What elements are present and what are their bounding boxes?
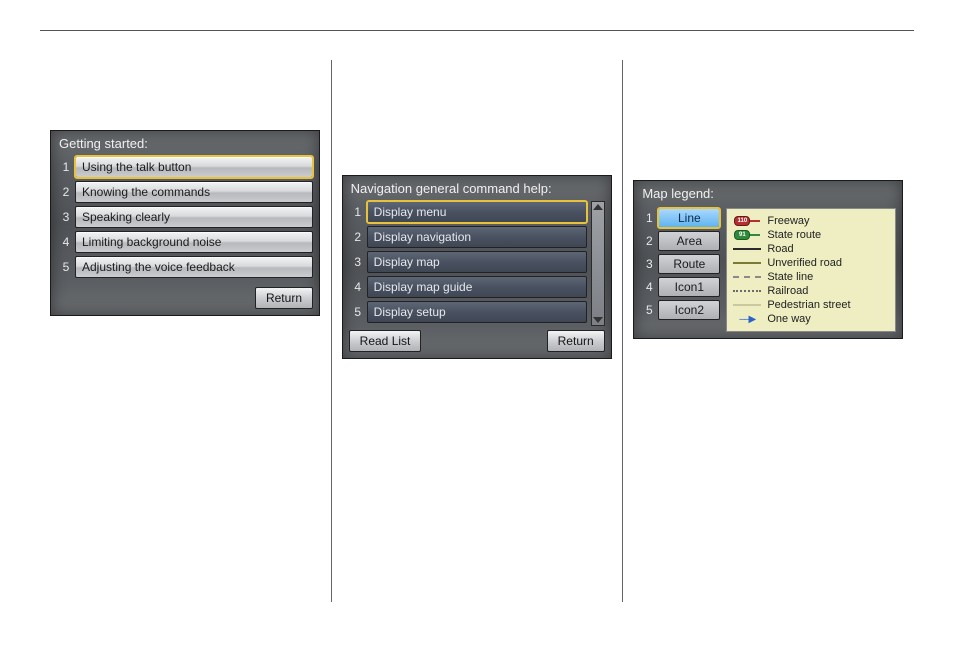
tutorial-item-button[interactable]: Speaking clearly bbox=[75, 206, 313, 228]
panel-footer: Read List Return bbox=[343, 330, 611, 358]
legend-item: 110 Freeway bbox=[733, 215, 889, 227]
read-list-button[interactable]: Read List bbox=[349, 330, 422, 352]
row-number: 5 bbox=[57, 260, 75, 274]
interstate-shield-icon: 110 bbox=[733, 216, 761, 226]
legend-item: Road bbox=[733, 243, 889, 255]
legend-item: Pedestrian street bbox=[733, 299, 889, 311]
legend-item: 91 State route bbox=[733, 229, 889, 241]
row-number: 4 bbox=[57, 235, 75, 249]
line-swatch-icon bbox=[733, 300, 761, 310]
command-help-panel: Navigation general command help: 1Displa… bbox=[342, 175, 612, 359]
row-number: 3 bbox=[640, 257, 658, 271]
tutorial-item-button[interactable]: Using the talk button bbox=[75, 156, 313, 178]
tutorial-item-button[interactable]: Adjusting the voice feedback bbox=[75, 256, 313, 278]
list-row: 5Display setup bbox=[349, 301, 587, 323]
list-row: 3Route bbox=[640, 254, 720, 274]
three-column-layout: Getting started: 1Using the talk button2… bbox=[40, 60, 914, 602]
legend-category-list: 1Line2Area3Route4Icon15Icon2 bbox=[640, 208, 720, 332]
list-row: 1Line bbox=[640, 208, 720, 228]
legend-item-label: One way bbox=[767, 313, 810, 325]
scroll-down-icon[interactable] bbox=[593, 317, 603, 323]
scrollbar[interactable] bbox=[591, 201, 605, 326]
list-row: 4Icon1 bbox=[640, 277, 720, 297]
row-number: 1 bbox=[349, 205, 367, 219]
row-number: 5 bbox=[640, 303, 658, 317]
row-number: 1 bbox=[640, 211, 658, 225]
return-button[interactable]: Return bbox=[255, 287, 313, 309]
row-number: 2 bbox=[640, 234, 658, 248]
legend-item-label: Road bbox=[767, 243, 793, 255]
command-item-button[interactable]: Display navigation bbox=[367, 226, 587, 248]
command-item-button[interactable]: Display setup bbox=[367, 301, 587, 323]
tutorial-item-button[interactable]: Limiting background noise bbox=[75, 231, 313, 253]
command-item-button[interactable]: Display map bbox=[367, 251, 587, 273]
list-row: 1Display menu bbox=[349, 201, 587, 223]
oneway-arrow-icon: ––▶ bbox=[733, 314, 761, 324]
row-number: 2 bbox=[349, 230, 367, 244]
list-row: 1Using the talk button bbox=[57, 156, 313, 178]
legend-category-button[interactable]: Icon1 bbox=[658, 277, 720, 297]
column-1: Getting started: 1Using the talk button2… bbox=[40, 60, 331, 602]
command-item-button[interactable]: Display menu bbox=[367, 201, 587, 223]
panel-title: Getting started: bbox=[51, 131, 319, 154]
row-number: 2 bbox=[57, 185, 75, 199]
legend-item-label: State line bbox=[767, 271, 813, 283]
row-number: 1 bbox=[57, 160, 75, 174]
map-legend-panel: Map legend: 1Line2Area3Route4Icon15Icon2… bbox=[633, 180, 903, 339]
dashed-line-swatch-icon bbox=[733, 272, 761, 282]
row-number: 4 bbox=[349, 280, 367, 294]
row-number: 3 bbox=[349, 255, 367, 269]
line-swatch-icon bbox=[733, 244, 761, 254]
list-row: 3Display map bbox=[349, 251, 587, 273]
row-number: 5 bbox=[349, 305, 367, 319]
legend-category-button[interactable]: Area bbox=[658, 231, 720, 251]
command-help-list: 1Display menu2Display navigation3Display… bbox=[349, 201, 587, 326]
command-item-button[interactable]: Display map guide bbox=[367, 276, 587, 298]
return-button[interactable]: Return bbox=[547, 330, 605, 352]
legend-category-button[interactable]: Icon2 bbox=[658, 300, 720, 320]
legend-item: State line bbox=[733, 271, 889, 283]
list-row: 4Limiting background noise bbox=[57, 231, 313, 253]
legend-item-label: Railroad bbox=[767, 285, 808, 297]
panel-title: Map legend: bbox=[634, 181, 902, 204]
list-row: 4Display map guide bbox=[349, 276, 587, 298]
list-row: 2Display navigation bbox=[349, 226, 587, 248]
getting-started-list: 1Using the talk button2Knowing the comma… bbox=[51, 154, 319, 287]
column-2: Navigation general command help: 1Displa… bbox=[332, 60, 623, 602]
tutorial-item-button[interactable]: Knowing the commands bbox=[75, 181, 313, 203]
stateroute-shield-icon: 91 bbox=[733, 230, 761, 240]
scroll-up-icon[interactable] bbox=[593, 204, 603, 210]
list-row: 5Adjusting the voice feedback bbox=[57, 256, 313, 278]
getting-started-panel: Getting started: 1Using the talk button2… bbox=[50, 130, 320, 316]
dotted-line-swatch-icon bbox=[733, 286, 761, 296]
list-row: 2Area bbox=[640, 231, 720, 251]
legend-item-label: State route bbox=[767, 229, 821, 241]
column-3: Map legend: 1Line2Area3Route4Icon15Icon2… bbox=[623, 60, 914, 602]
legend-item: ––▶ One way bbox=[733, 313, 889, 325]
list-row: 3Speaking clearly bbox=[57, 206, 313, 228]
legend-category-button[interactable]: Line bbox=[658, 208, 720, 228]
list-row: 5Icon2 bbox=[640, 300, 720, 320]
row-number: 3 bbox=[57, 210, 75, 224]
panel-title: Navigation general command help: bbox=[343, 176, 611, 199]
legend-item-label: Unverified road bbox=[767, 257, 842, 269]
list-row: 2Knowing the commands bbox=[57, 181, 313, 203]
page-divider bbox=[40, 30, 914, 31]
legend-item-label: Pedestrian street bbox=[767, 299, 850, 311]
legend-key: 110 Freeway 91 State route Road Unverified ro… bbox=[726, 208, 896, 332]
panel-footer: Return bbox=[51, 287, 319, 315]
row-number: 4 bbox=[640, 280, 658, 294]
line-swatch-icon bbox=[733, 258, 761, 268]
legend-item-label: Freeway bbox=[767, 215, 809, 227]
legend-item: Unverified road bbox=[733, 257, 889, 269]
legend-category-button[interactable]: Route bbox=[658, 254, 720, 274]
legend-item: Railroad bbox=[733, 285, 889, 297]
